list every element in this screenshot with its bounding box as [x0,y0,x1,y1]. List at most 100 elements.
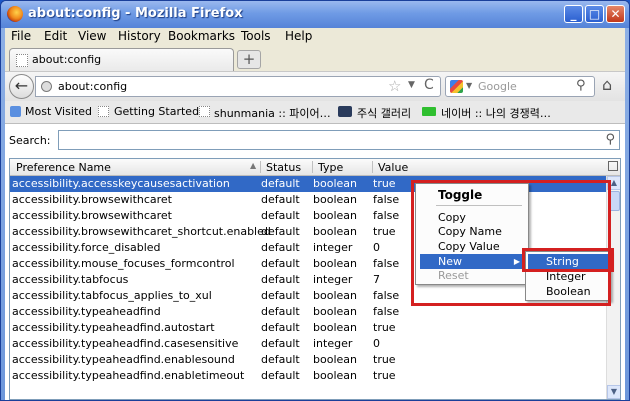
history-dropdown-icon[interactable]: ▼ [408,80,415,90]
pref-name-cell: accessibility.tabfocus_applies_to_xul [12,289,212,302]
pref-status-cell: default [261,337,300,350]
tree-header: Preference Name ▲ Status Type Value [10,159,620,176]
minimize-button[interactable]: _ [564,5,583,23]
tab-label: about:config [32,53,102,66]
pref-value-cell: 0 [373,337,380,350]
pref-value-cell: true [373,177,396,190]
pref-status-cell: default [261,273,300,286]
pref-name-cell: accessibility.typeaheadfind.casesensitiv… [12,337,239,350]
scroll-down-arrow-icon[interactable]: ▼ [607,385,620,399]
pref-status-cell: default [261,225,300,238]
new-tab-button[interactable]: + [237,50,261,69]
bookmark-naver[interactable]: 네이버 :: 나의 경쟁력… [441,105,551,121]
pref-type-cell: boolean [313,321,357,334]
menu-edit[interactable]: Edit [44,29,67,43]
column-status[interactable]: Status [266,161,301,174]
pref-name-cell: accessibility.browsewithcaret [12,193,172,206]
google-icon[interactable] [450,80,463,93]
maximize-button[interactable]: □ [585,5,604,23]
filter-input[interactable]: ⚲ [58,130,620,150]
pref-status-cell: default [261,369,300,382]
column-type[interactable]: Type [318,161,343,174]
table-row[interactable]: accessibility.typeaheadfind.casesensitiv… [10,336,610,352]
column-separator[interactable] [312,161,313,173]
blank-page-icon [98,106,109,117]
column-separator[interactable] [260,161,261,173]
close-button[interactable]: ✕ [606,5,625,23]
pref-name-cell: accessibility.accesskeycausesactivation [12,177,230,190]
column-preference-name[interactable]: Preference Name [16,161,111,174]
pref-type-cell: integer [313,241,353,254]
pref-status-cell: default [261,289,300,302]
sort-ascending-icon: ▲ [250,161,257,170]
pref-value-cell: 0 [373,241,380,254]
search-box[interactable]: ▼ Google ⚲ [445,76,595,97]
menu-history[interactable]: History [118,29,161,43]
menu-file[interactable]: File [11,29,31,43]
pref-value-cell: false [373,257,400,270]
search-engine-dropdown-icon[interactable]: ▼ [466,81,472,90]
home-icon[interactable]: ⌂ [602,75,612,94]
pref-status-cell: default [261,305,300,318]
pref-value-cell: false [373,289,400,302]
bookmark-shunmania[interactable]: shunmania :: 파이어… [214,105,331,121]
reload-icon[interactable]: C [424,77,434,93]
url-bar[interactable]: about:config ☆ ▼ C [35,76,441,97]
table-row[interactable]: accessibility.typeaheadfind.autostart def… [10,320,610,336]
pref-status-cell: default [261,177,300,190]
window-title: about:config - Mozilla Firefox [28,6,243,21]
pref-name-cell: accessibility.browsewithcaret_shortcut.e… [12,225,271,238]
table-row[interactable]: accessibility.typeaheadfind default boolea… [10,304,610,320]
bookmark-getting-started[interactable]: Getting Started [114,105,199,118]
pref-name-cell: accessibility.typeaheadfind.enablesound [12,353,235,366]
naver-icon [422,107,436,116]
blank-page-icon [16,54,28,67]
dc-gallery-icon [338,106,352,117]
search-icon[interactable]: ⚲ [576,78,586,93]
search-placeholder: Google [478,80,517,93]
firefox-window: about:config - Mozilla Firefox _ □ ✕ Fil… [0,0,630,401]
pref-value-cell: true [373,353,396,366]
globe-icon [41,81,52,92]
annotation-highlight-box [522,248,614,272]
pref-value-cell: false [373,193,400,206]
annotation-highlight-box [411,180,611,306]
pref-value-cell: true [373,321,396,334]
bookmark-most-visited[interactable]: Most Visited [25,105,92,118]
menu-help[interactable]: Help [285,29,312,43]
pref-status-cell: default [261,353,300,366]
title-bar[interactable]: about:config - Mozilla Firefox _ □ ✕ [1,1,629,28]
pref-name-cell: accessibility.browsewithcaret [12,209,172,222]
menu-tools[interactable]: Tools [241,29,271,43]
pref-value-cell: false [373,209,400,222]
back-arrow-icon[interactable]: ← [9,74,34,99]
column-value[interactable]: Value [378,161,408,174]
firefox-logo-icon [7,6,23,22]
menu-bar: File Edit View History Bookmarks Tools H… [5,28,625,46]
pref-type-cell: boolean [313,353,357,366]
table-row[interactable]: accessibility.typeaheadfind.enabletimeou… [10,368,610,384]
menu-bookmarks[interactable]: Bookmarks [168,29,235,43]
tab-about-config[interactable]: about:config [9,48,234,71]
table-row[interactable]: accessibility.typeaheadfind.enablesound d… [10,352,610,368]
url-text: about:config [58,80,128,93]
pref-type-cell: boolean [313,225,357,238]
pref-type-cell: boolean [313,177,357,190]
pref-name-cell: accessibility.force_disabled [12,241,161,254]
pref-value-cell: true [373,369,396,382]
bookmark-star-icon[interactable]: ☆ [388,77,401,95]
pref-value-cell: 7 [373,273,380,286]
column-separator[interactable] [372,161,373,173]
bookmark-stock-gallery[interactable]: 주식 갤러리 [357,105,411,121]
menu-view[interactable]: View [78,29,106,43]
pref-type-cell: boolean [313,257,357,270]
pref-name-cell: accessibility.mouse_focuses_formcontrol [12,257,235,270]
pref-type-cell: integer [313,337,353,350]
filter-label: Search: [9,134,51,147]
pref-value-cell: true [373,225,396,238]
most-visited-icon [10,106,21,117]
pref-type-cell: boolean [313,369,357,382]
column-picker-icon[interactable] [608,161,618,171]
navigation-bar: ← about:config ☆ ▼ C ▼ Google ⚲ ⌂ [5,71,625,102]
bookmarks-toolbar: Most Visited Getting Started shunmania :… [5,101,625,124]
